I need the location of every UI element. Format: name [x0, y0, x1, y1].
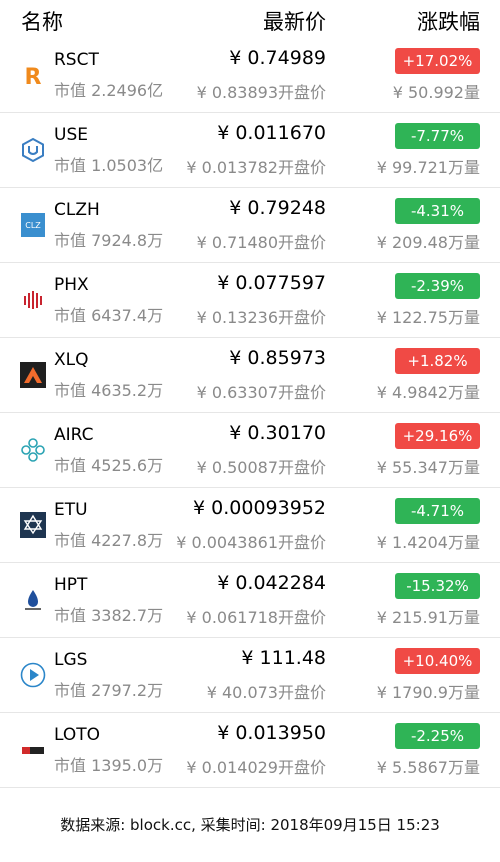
change-badge: -4.71%	[395, 498, 480, 524]
change-badge: +29.16%	[395, 423, 480, 449]
clzh-logo-text: CLZ	[25, 221, 41, 230]
table-header: 名称 最新价 涨跌幅	[0, 0, 500, 38]
latest-price: ¥ 111.48	[241, 647, 326, 669]
latest-price: ¥ 0.79248	[229, 197, 326, 219]
coin-row[interactable]: ETU 市值 4227.8万 ¥ 0.00093952 ¥ 0.0043861开…	[0, 488, 500, 563]
volume: ¥ 99.721万量	[376, 158, 480, 177]
market-cap: 市值 2797.2万	[54, 681, 164, 700]
coin-row[interactable]: CLZ CLZH 市值 7924.8万 ¥ 0.79248 ¥ 0.71480开…	[0, 188, 500, 263]
hpt-logo-icon	[20, 587, 46, 613]
coin-row[interactable]: XLQ 市值 4635.2万 ¥ 0.85973 ¥ 0.63307开盘价 +1…	[0, 338, 500, 413]
latest-price: ¥ 0.077597	[217, 272, 326, 294]
market-cap: 市值 6437.4万	[54, 306, 164, 325]
volume: ¥ 215.91万量	[376, 608, 480, 627]
lgs-logo-icon	[20, 662, 46, 688]
latest-price: ¥ 0.74989	[229, 47, 326, 69]
coin-symbol: RSCT	[54, 50, 99, 70]
open-price: ¥ 0.061718开盘价	[186, 608, 326, 627]
market-cap: 市值 4525.6万	[54, 456, 164, 475]
open-price: ¥ 0.0043861开盘价	[176, 533, 326, 552]
coin-symbol: XLQ	[54, 350, 89, 370]
open-price: ¥ 0.63307开盘价	[196, 383, 326, 402]
volume: ¥ 209.48万量	[376, 233, 480, 252]
rsct-logo-icon: R	[20, 62, 46, 88]
market-cap: 市值 2.2496亿	[54, 81, 164, 100]
volume: ¥ 1.4204万量	[376, 533, 480, 552]
xlq-logo-icon	[20, 362, 46, 388]
latest-price: ¥ 0.30170	[229, 422, 326, 444]
coin-row[interactable]: LOTO 市值 1395.0万 ¥ 0.013950 ¥ 0.014029开盘价…	[0, 713, 500, 788]
volume: ¥ 122.75万量	[376, 308, 480, 327]
volume: ¥ 50.992量	[392, 83, 480, 102]
coin-symbol: AIRC	[54, 425, 94, 445]
open-price: ¥ 0.014029开盘价	[186, 758, 326, 777]
volume: ¥ 1790.9万量	[376, 683, 480, 702]
volume: ¥ 5.5867万量	[376, 758, 480, 777]
market-cap: 市值 7924.8万	[54, 231, 164, 250]
data-source-footer: 数据来源: block.cc, 采集时间: 2018年09月15日 15:23	[60, 816, 440, 834]
change-badge: -2.25%	[395, 723, 480, 749]
coin-symbol: USE	[54, 125, 88, 145]
latest-price: ¥ 0.00093952	[193, 497, 326, 519]
header-name: 名称	[21, 10, 63, 34]
market-cap: 市值 1.0503亿	[54, 156, 164, 175]
open-price: ¥ 0.71480开盘价	[196, 233, 326, 252]
coin-symbol: PHX	[54, 275, 89, 295]
market-cap: 市值 4227.8万	[54, 531, 164, 550]
airc-logo-icon	[20, 437, 46, 463]
change-badge: -2.39%	[395, 273, 480, 299]
loto-logo-icon	[20, 737, 46, 763]
etu-logo-icon	[20, 512, 46, 538]
open-price: ¥ 0.83893开盘价	[196, 83, 326, 102]
change-badge: +10.40%	[395, 648, 480, 674]
change-badge: -7.77%	[395, 123, 480, 149]
svg-text:R: R	[25, 65, 42, 88]
coin-symbol: ETU	[54, 500, 88, 520]
volume: ¥ 55.347万量	[376, 458, 480, 477]
coin-row[interactable]: R RSCT 市值 2.2496亿 ¥ 0.74989 ¥ 0.83893开盘价…	[0, 38, 500, 113]
open-price: ¥ 0.13236开盘价	[196, 308, 326, 327]
use-logo-icon	[20, 137, 46, 163]
market-cap: 市值 4635.2万	[54, 381, 164, 400]
change-badge: -4.31%	[395, 198, 480, 224]
coin-symbol: HPT	[54, 575, 88, 595]
coin-symbol: LOTO	[54, 725, 101, 745]
phx-logo-icon	[20, 287, 46, 313]
change-badge: +17.02%	[395, 48, 480, 74]
market-cap: 市值 1395.0万	[54, 756, 164, 775]
header-change[interactable]: 涨跌幅	[417, 6, 480, 36]
coin-row[interactable]: AIRC 市值 4525.6万 ¥ 0.30170 ¥ 0.50087开盘价 +…	[0, 413, 500, 488]
latest-price: ¥ 0.013950	[217, 722, 326, 744]
open-price: ¥ 0.50087开盘价	[196, 458, 326, 477]
coin-list: R RSCT 市值 2.2496亿 ¥ 0.74989 ¥ 0.83893开盘价…	[0, 38, 500, 788]
open-price: ¥ 0.013782开盘价	[186, 158, 326, 177]
latest-price: ¥ 0.042284	[217, 572, 326, 594]
latest-price: ¥ 0.85973	[229, 347, 326, 369]
coin-symbol: CLZH	[54, 200, 100, 220]
coin-row[interactable]: HPT 市值 3382.7万 ¥ 0.042284 ¥ 0.061718开盘价 …	[0, 563, 500, 638]
coin-row[interactable]: LGS 市值 2797.2万 ¥ 111.48 ¥ 40.073开盘价 +10.…	[0, 638, 500, 713]
header-price[interactable]: 最新价	[263, 6, 326, 36]
coin-row[interactable]: PHX 市值 6437.4万 ¥ 0.077597 ¥ 0.13236开盘价 -…	[0, 263, 500, 338]
coin-symbol: LGS	[54, 650, 88, 670]
latest-price: ¥ 0.011670	[217, 122, 326, 144]
open-price: ¥ 40.073开盘价	[206, 683, 326, 702]
coin-row[interactable]: USE 市值 1.0503亿 ¥ 0.011670 ¥ 0.013782开盘价 …	[0, 113, 500, 188]
change-badge: -15.32%	[395, 573, 480, 599]
market-cap: 市值 3382.7万	[54, 606, 164, 625]
clzh-logo-icon: CLZ	[20, 212, 46, 238]
change-badge: +1.82%	[395, 348, 480, 374]
volume: ¥ 4.9842万量	[376, 383, 480, 402]
